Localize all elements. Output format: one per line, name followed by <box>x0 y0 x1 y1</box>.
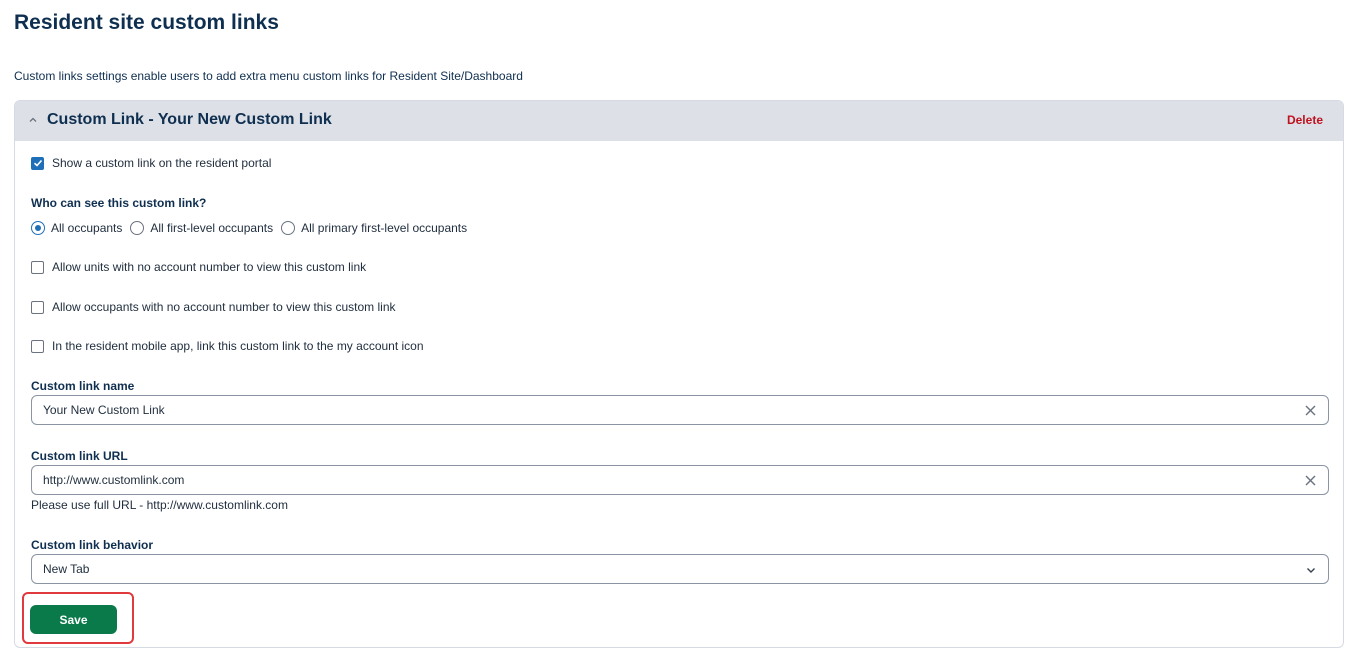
mobile-link-row[interactable]: In the resident mobile app, link this cu… <box>31 339 424 353</box>
radio-label: All first-level occupants <box>150 221 274 235</box>
radio-primary-first-level-occupants[interactable]: All primary first-level occupants <box>281 221 467 235</box>
page-title: Resident site custom links <box>14 11 279 34</box>
allow-units-row[interactable]: Allow units with no account number to vi… <box>31 260 366 274</box>
chevron-up-icon[interactable] <box>27 114 39 126</box>
custom-link-behavior-select[interactable]: New Tab <box>31 554 1329 584</box>
mobile-link-label: In the resident mobile app, link this cu… <box>52 339 424 353</box>
custom-link-panel: Custom Link - Your New Custom Link Delet… <box>14 100 1344 648</box>
custom-link-behavior-label: Custom link behavior <box>31 538 154 552</box>
mobile-link-checkbox[interactable] <box>31 339 44 353</box>
chevron-down-icon[interactable] <box>1306 565 1316 575</box>
allow-occupants-row[interactable]: Allow occupants with no account number t… <box>31 300 396 314</box>
show-link-checkbox[interactable] <box>31 156 44 170</box>
custom-link-name-input[interactable]: Your New Custom Link <box>31 395 1329 425</box>
radio-button[interactable] <box>31 221 45 235</box>
panel-header[interactable]: Custom Link - Your New Custom Link Delet… <box>15 101 1343 141</box>
show-link-row[interactable]: Show a custom link on the resident porta… <box>31 156 271 170</box>
custom-link-name-label: Custom link name <box>31 379 135 393</box>
custom-link-name-value: Your New Custom Link <box>43 403 165 417</box>
allow-units-label: Allow units with no account number to vi… <box>52 260 367 274</box>
clear-icon[interactable] <box>1305 475 1316 486</box>
visibility-radio-group: All occupants All first-level occupants … <box>31 221 475 235</box>
checkmark-icon <box>33 159 42 167</box>
radio-all-occupants[interactable]: All occupants <box>31 221 122 235</box>
url-hint: Please use full URL - http://www.customl… <box>31 498 288 512</box>
page-description: Custom links settings enable users to ad… <box>14 69 523 83</box>
radio-button[interactable] <box>281 221 296 235</box>
save-button[interactable]: Save <box>30 605 117 634</box>
visibility-question: Who can see this custom link? <box>31 196 207 210</box>
show-link-label: Show a custom link on the resident porta… <box>52 156 272 170</box>
clear-icon[interactable] <box>1305 405 1316 416</box>
radio-label: All primary first-level occupants <box>301 221 468 235</box>
allow-units-checkbox[interactable] <box>31 260 44 274</box>
radio-label: All occupants <box>51 221 123 235</box>
custom-link-url-input[interactable]: http://www.customlink.com <box>31 465 1329 495</box>
radio-button[interactable] <box>130 221 145 235</box>
allow-occupants-label: Allow occupants with no account number t… <box>52 300 396 314</box>
allow-occupants-checkbox[interactable] <box>31 300 44 314</box>
panel-title: Custom Link - Your New Custom Link <box>47 111 332 128</box>
custom-link-behavior-value: New Tab <box>43 562 90 576</box>
radio-first-level-occupants[interactable]: All first-level occupants <box>130 221 273 235</box>
custom-link-url-label: Custom link URL <box>31 449 128 463</box>
delete-button[interactable]: Delete <box>1287 113 1323 127</box>
custom-link-url-value: http://www.customlink.com <box>43 473 185 487</box>
